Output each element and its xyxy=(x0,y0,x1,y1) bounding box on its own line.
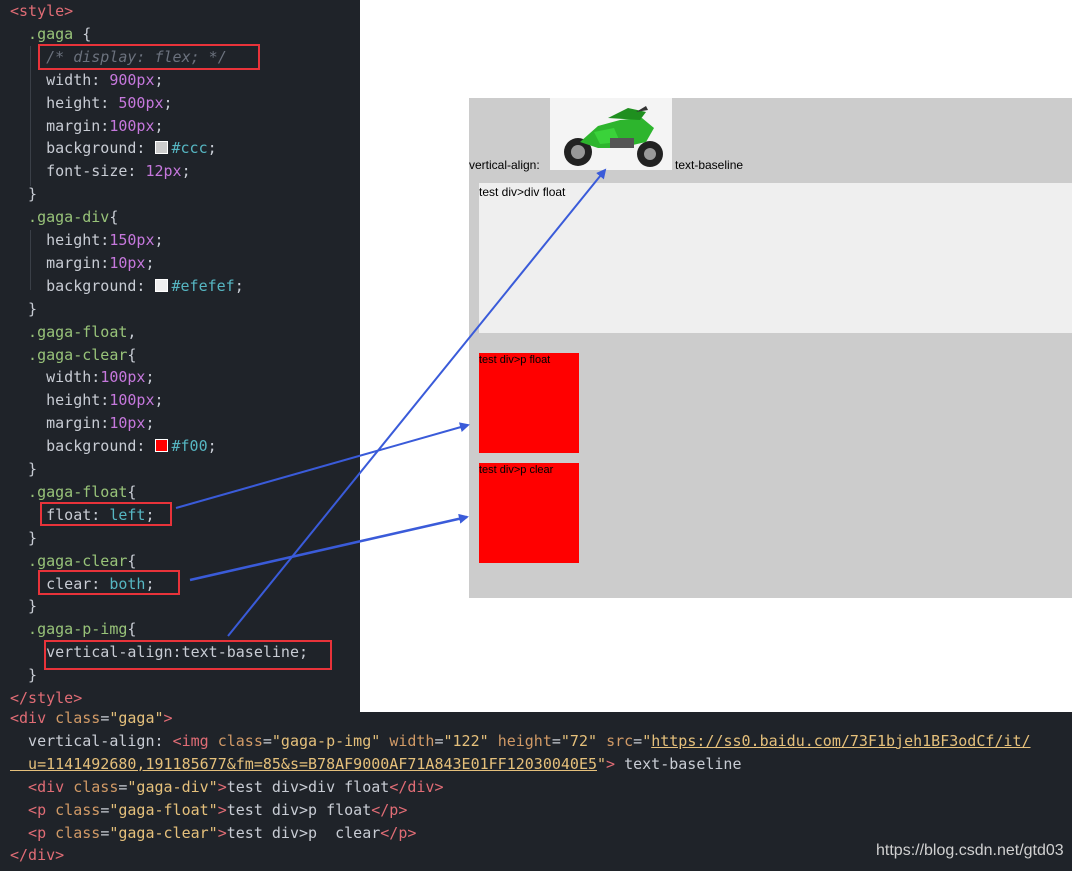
arrow-float xyxy=(175,422,470,509)
annotation-arrows xyxy=(175,168,607,637)
watermark: https://blog.csdn.net/gtd03 xyxy=(876,842,1064,859)
arrow-vertical-align xyxy=(227,168,607,637)
arrow-clear xyxy=(189,513,469,582)
